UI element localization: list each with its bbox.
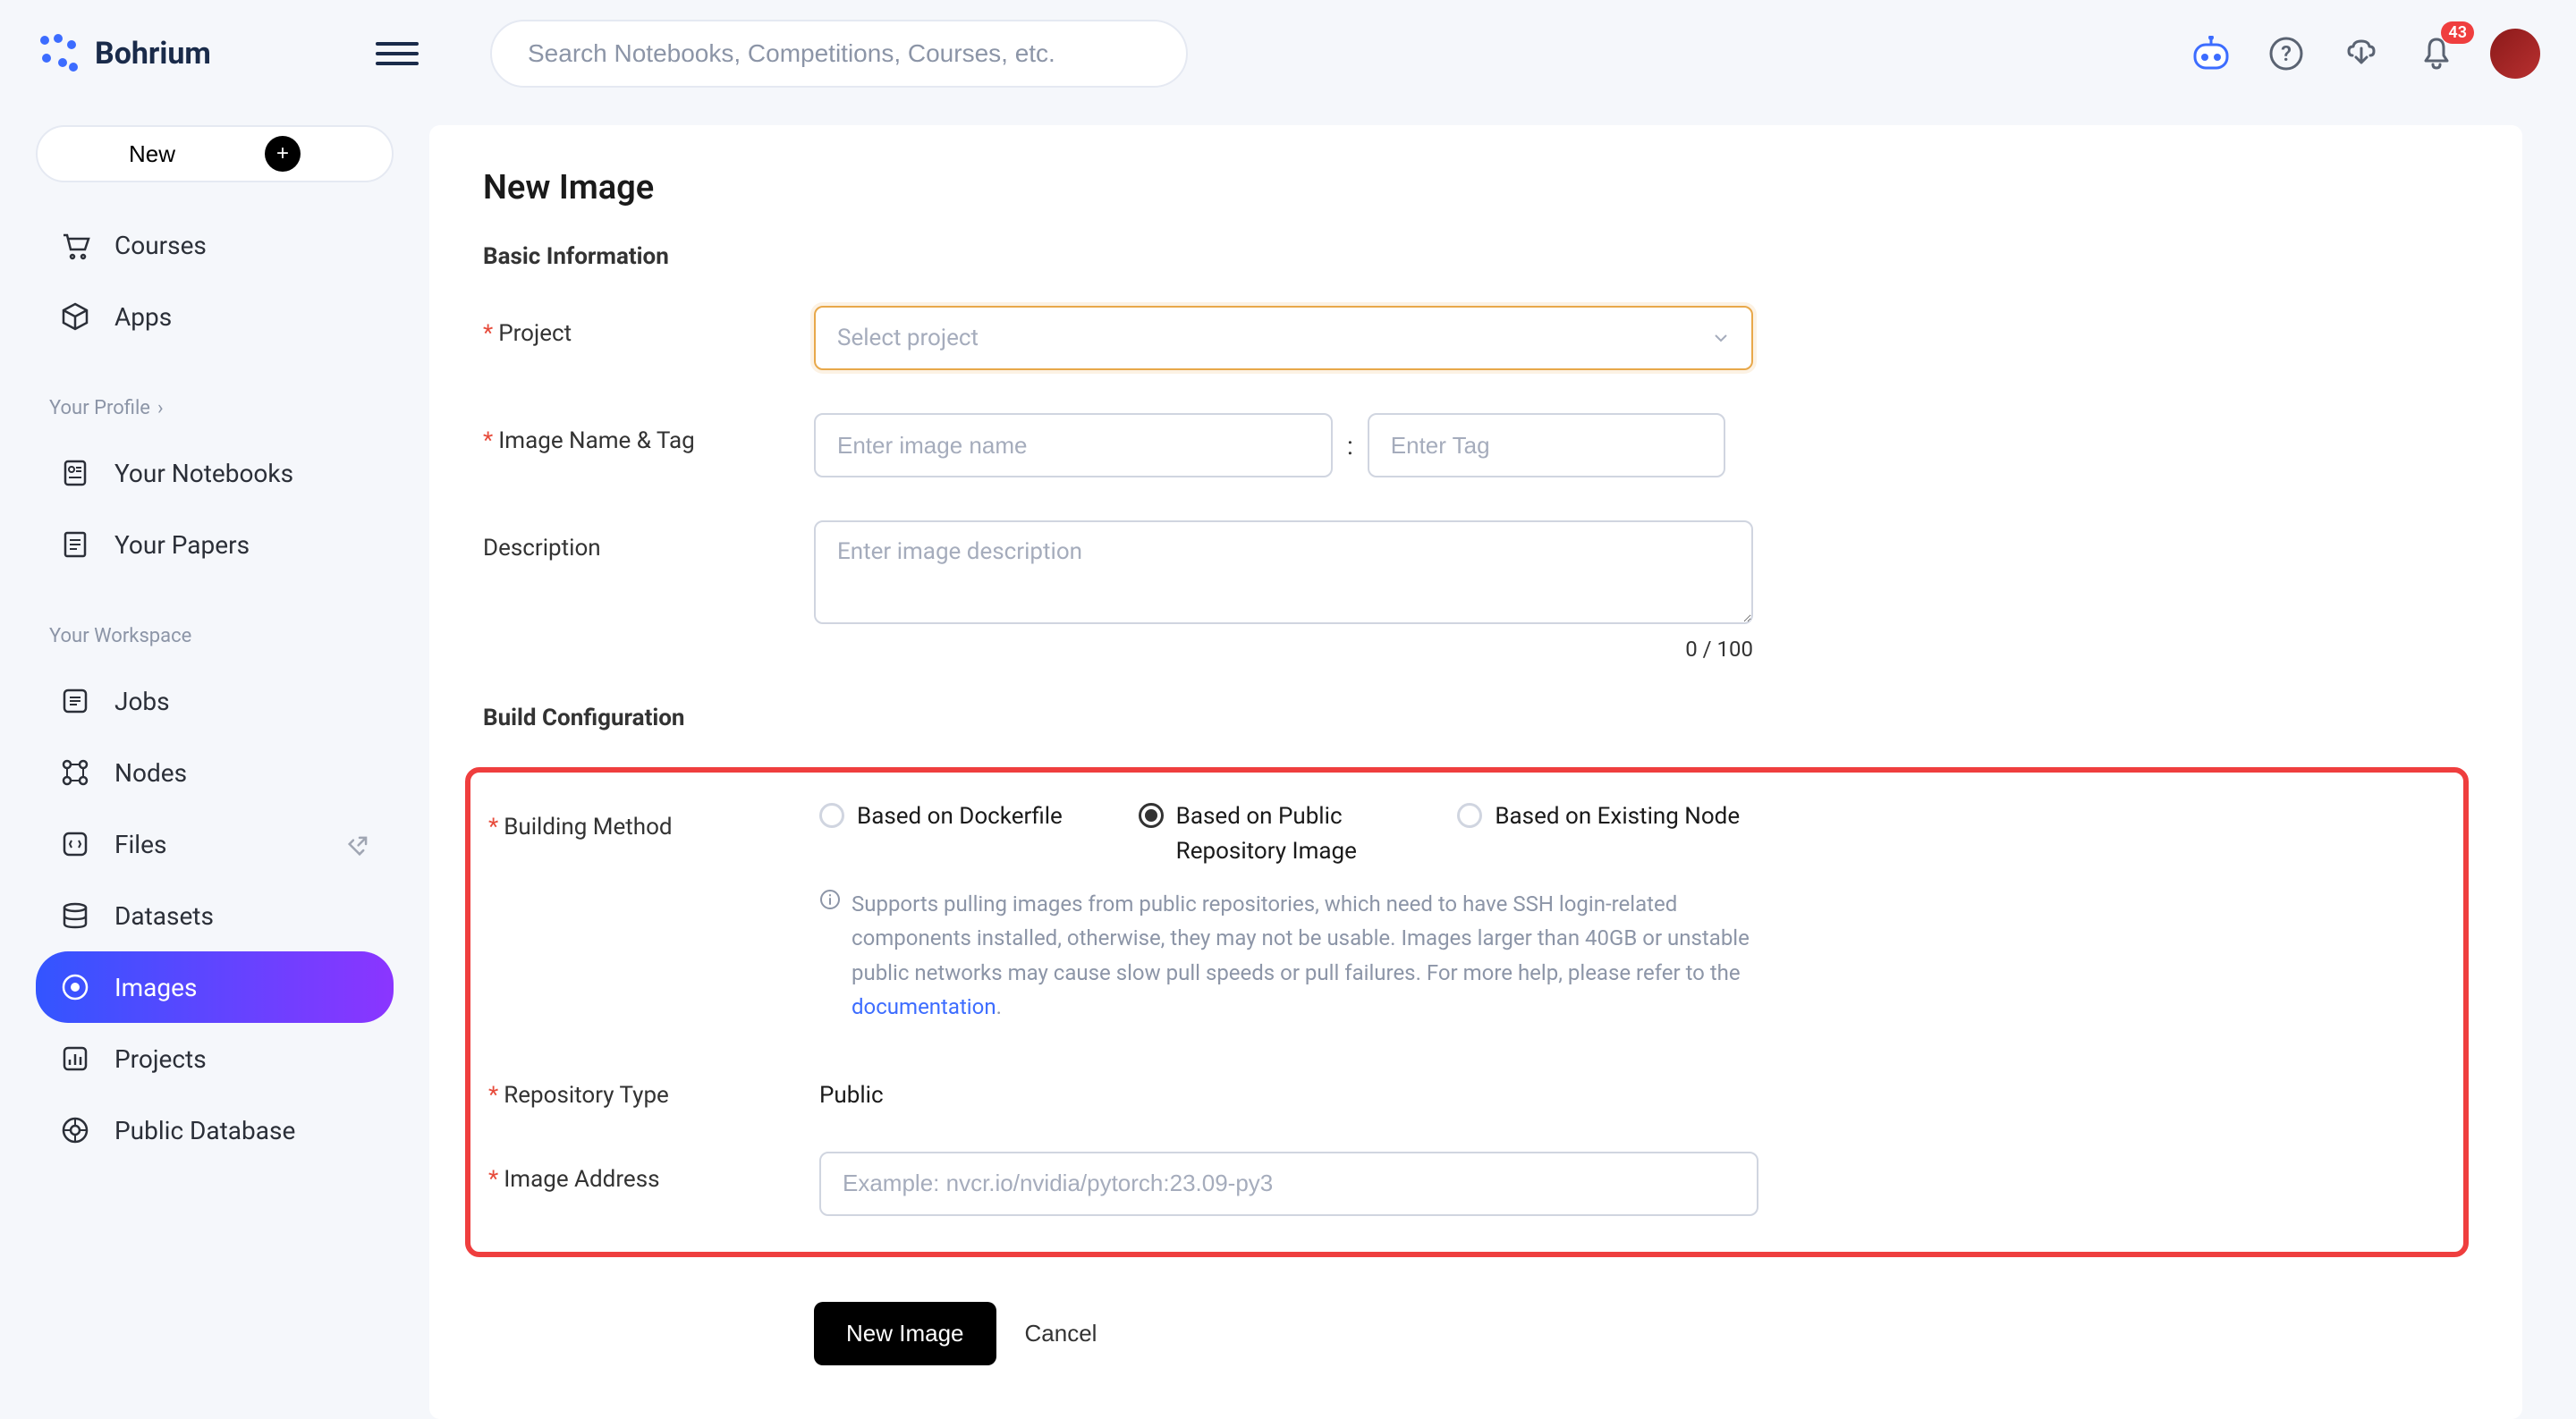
info-icon — [819, 889, 841, 1025]
help-icon[interactable]: ? — [2265, 32, 2308, 75]
sidebar-item-label: Courses — [114, 231, 207, 260]
files-icon — [57, 826, 93, 862]
notifications-badge: 43 — [2441, 21, 2474, 44]
radio-existing-node[interactable]: Based on Existing Node — [1457, 799, 1758, 869]
workspace-section-label: Your Workspace — [36, 607, 394, 665]
new-button-label: New — [129, 140, 175, 168]
profile-section-label[interactable]: Your Profile › — [36, 379, 394, 437]
plus-icon: + — [265, 136, 301, 172]
search-input[interactable] — [490, 20, 1188, 88]
page-title: New Image — [483, 168, 2469, 207]
new-button[interactable]: New + — [36, 125, 394, 182]
image-address-label: *Image Address — [488, 1152, 819, 1193]
paper-icon — [57, 527, 93, 562]
sidebar-item-files[interactable]: Files — [36, 808, 394, 880]
radio-icon — [819, 803, 844, 828]
image-address-input[interactable] — [819, 1152, 1758, 1216]
chevron-right-icon: › — [157, 397, 164, 419]
radio-public-repo[interactable]: Based on Public Repository Image — [1139, 799, 1440, 869]
notifications-icon[interactable]: 43 — [2415, 32, 2458, 75]
notebook-icon — [57, 455, 93, 491]
image-name-input[interactable] — [814, 413, 1333, 477]
info-text: Supports pulling images from public repo… — [852, 887, 1758, 1025]
brand-name[interactable]: Bohrium — [95, 36, 211, 72]
submit-button[interactable]: New Image — [814, 1302, 996, 1365]
sidebar-item-label: Your Papers — [114, 530, 250, 560]
building-method-label: *Building Method — [488, 799, 819, 840]
sidebar-item-label: Nodes — [114, 758, 187, 788]
repo-type-value: Public — [819, 1068, 1758, 1109]
jobs-icon — [57, 683, 93, 719]
repo-type-label: *Repository Type — [488, 1068, 819, 1109]
sidebar-item-courses[interactable]: Courses — [36, 209, 394, 281]
projects-icon — [57, 1041, 93, 1077]
brand-logo[interactable] — [36, 31, 80, 76]
sidebar-item-label: Jobs — [114, 687, 170, 716]
build-section-title: Build Configuration — [483, 705, 2469, 731]
sidebar-item-datasets[interactable]: Datasets — [36, 880, 394, 951]
description-label: Description — [483, 520, 814, 562]
sidebar-item-label: Projects — [114, 1044, 207, 1074]
sidebar-item-label: Images — [114, 973, 197, 1002]
database-icon — [57, 1112, 93, 1148]
cart-icon — [57, 227, 93, 263]
basic-section-title: Basic Information — [483, 243, 2469, 270]
char-count: 0 / 100 — [814, 637, 1753, 662]
sidebar-item-notebooks[interactable]: Your Notebooks — [36, 437, 394, 509]
sidebar-item-label: Your Notebooks — [114, 459, 293, 488]
project-select[interactable]: Select project — [814, 306, 1753, 370]
share-icon[interactable] — [347, 832, 372, 857]
chevron-down-icon — [1712, 329, 1730, 347]
colon-separator: : — [1347, 431, 1353, 460]
svg-text:?: ? — [2281, 41, 2292, 66]
avatar[interactable] — [2490, 29, 2540, 79]
datasets-icon — [57, 898, 93, 933]
description-textarea[interactable] — [814, 520, 1753, 624]
sidebar-item-label: Public Database — [114, 1116, 295, 1145]
highlighted-region: *Building Method Based on Dockerfile Bas… — [465, 767, 2469, 1257]
sidebar-item-public-database[interactable]: Public Database — [36, 1094, 394, 1166]
documentation-link[interactable]: documentation — [852, 994, 996, 1019]
radio-icon — [1139, 803, 1164, 828]
name-tag-label: *Image Name & Tag — [483, 413, 814, 454]
sidebar-item-apps[interactable]: Apps — [36, 281, 394, 352]
sidebar-item-jobs[interactable]: Jobs — [36, 665, 394, 737]
sidebar-item-projects[interactable]: Projects — [36, 1023, 394, 1094]
sidebar-item-label: Files — [114, 830, 166, 859]
tag-input[interactable] — [1368, 413, 1725, 477]
radio-dockerfile[interactable]: Based on Dockerfile — [819, 799, 1121, 869]
download-icon[interactable] — [2340, 32, 2383, 75]
sidebar-item-papers[interactable]: Your Papers — [36, 509, 394, 580]
radio-icon — [1457, 803, 1482, 828]
sidebar-item-label: Apps — [114, 302, 172, 332]
menu-toggle-icon[interactable] — [376, 32, 419, 75]
sidebar-item-images[interactable]: Images — [36, 951, 394, 1023]
nodes-icon — [57, 755, 93, 790]
cube-icon — [57, 299, 93, 334]
bot-icon[interactable] — [2190, 32, 2233, 75]
sidebar: New + Courses Apps Your Profile › Your N… — [0, 0, 429, 1407]
sidebar-item-nodes[interactable]: Nodes — [36, 737, 394, 808]
sidebar-item-label: Datasets — [114, 901, 214, 931]
cancel-button[interactable]: Cancel — [1025, 1320, 1097, 1347]
project-label: *Project — [483, 306, 814, 347]
images-icon — [57, 969, 93, 1005]
